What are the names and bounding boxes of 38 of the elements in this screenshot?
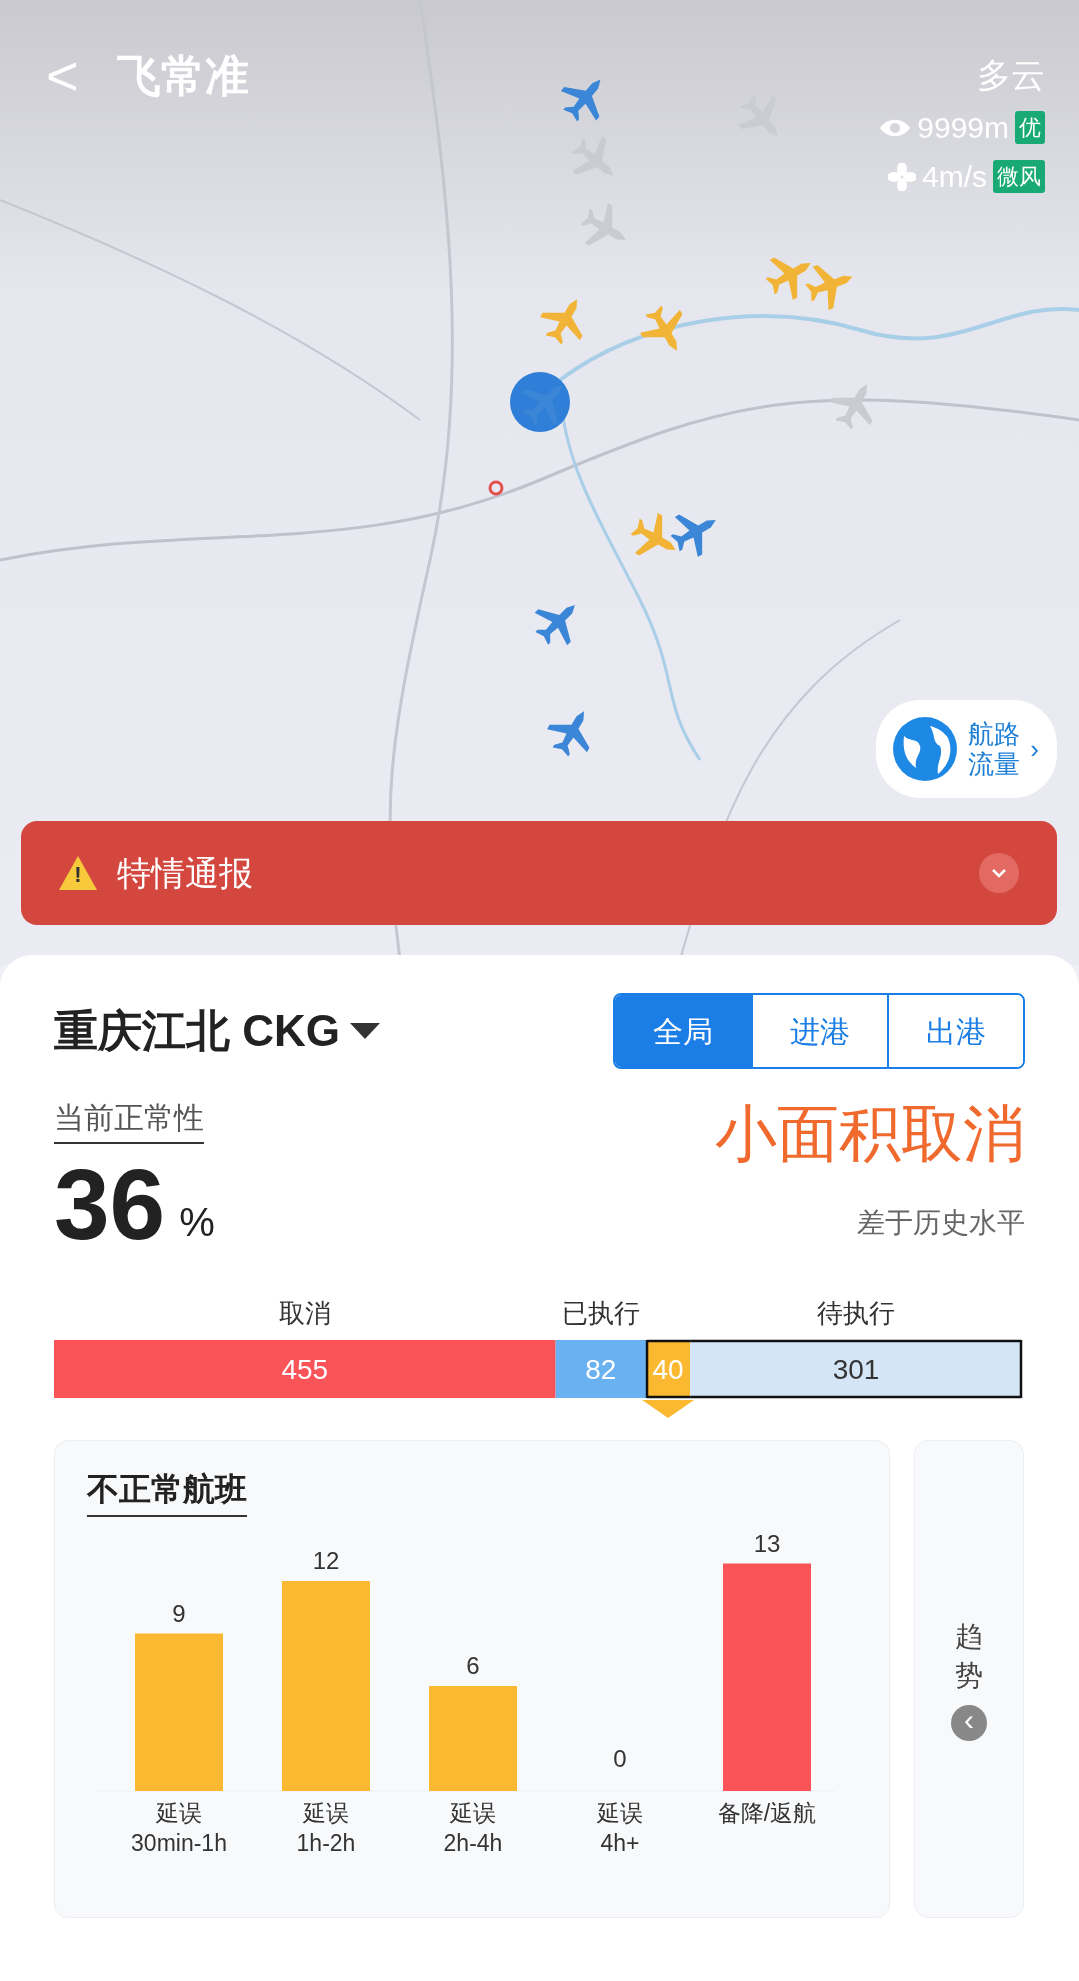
status-text: 小面积取消 — [715, 1098, 1025, 1170]
segment-value: 455 — [281, 1354, 329, 1385]
comparison-text: 差于历史水平 — [857, 1206, 1025, 1240]
bar-value: 9 — [172, 1599, 186, 1627]
fan-icon — [888, 162, 916, 191]
tab[interactable]: 出港 — [887, 995, 1023, 1067]
bar-value: 12 — [312, 1547, 340, 1574]
wind-grade: 微风 — [993, 160, 1045, 193]
caret-icon[interactable] — [350, 1023, 380, 1039]
segment-label: 待执行 — [817, 1298, 896, 1328]
bar-value: 0 — [613, 1745, 627, 1772]
alert-title: 特情通报 — [117, 852, 253, 894]
percent-unit: % — [179, 1199, 215, 1246]
bar-segment[interactable] — [642, 1338, 695, 1418]
alert-banner[interactable]: ! 特情通报 — [21, 821, 1057, 925]
chevron-left-icon: ‹ — [951, 1705, 987, 1742]
trend-panel[interactable]: 趋势 ‹ — [914, 1440, 1024, 1918]
normality-value: 36 — [54, 1154, 166, 1254]
axis-label: 延误 30min-1h — [131, 1800, 227, 1856]
axis-label: 延误 2h-4h — [443, 1800, 503, 1856]
axis-label: 延误 1h-2h — [296, 1800, 356, 1856]
segment-label: 取消 — [278, 1298, 331, 1328]
expand-icon[interactable] — [979, 853, 1019, 893]
visibility-grade: 优 — [1015, 111, 1045, 144]
axis-label: 备降/返航 — [717, 1800, 817, 1826]
airport-name[interactable]: 重庆江北 CKG — [54, 998, 340, 1064]
segment-label: 已执行 — [561, 1298, 640, 1328]
tab[interactable]: 全局 — [615, 995, 751, 1067]
axis-label: 延误 4h+ — [597, 1800, 643, 1856]
chart-title: 不正常航班 — [87, 1465, 247, 1517]
bar-value: 6 — [466, 1652, 480, 1679]
segment-value: 82 — [585, 1354, 617, 1385]
segment-value: 301 — [832, 1354, 880, 1385]
globe-icon — [892, 716, 959, 782]
bar-value: 13 — [753, 1531, 781, 1557]
bar-segment[interactable] — [688, 1338, 1023, 1400]
segment-value: 40 — [652, 1354, 684, 1385]
normality-label[interactable]: 当前正常性 — [54, 1095, 204, 1144]
